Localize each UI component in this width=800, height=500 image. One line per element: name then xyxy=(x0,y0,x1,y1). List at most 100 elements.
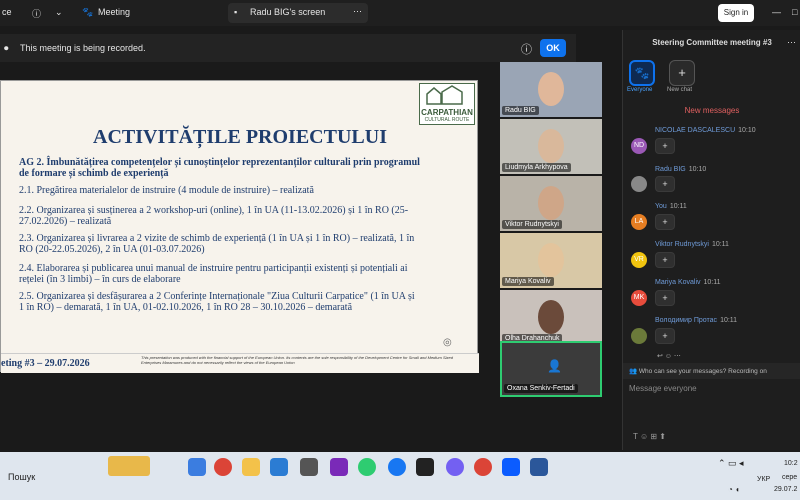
word-icon[interactable] xyxy=(530,458,548,476)
slide-footer: eting #3 – 29.07.2026 This presentation … xyxy=(1,353,479,373)
sender-name: Володимир Протас xyxy=(655,317,718,324)
message-content[interactable]: + xyxy=(655,176,675,192)
ok-button[interactable]: OK xyxy=(540,39,566,57)
avatar xyxy=(631,328,647,344)
avatar: ▪ xyxy=(234,7,238,17)
new-chat-label: New chat xyxy=(667,87,693,93)
sender-name: NICOLAE DASCALESCU xyxy=(655,127,736,134)
video-tile[interactable]: Liudmyla Arkhypova xyxy=(500,119,602,174)
message-input[interactable]: Message everyone xyxy=(629,384,697,393)
ag-heading: AG 2. Îmbunătățirea competențelor și cun… xyxy=(19,157,420,179)
paw-icon: 🐾 xyxy=(82,7,94,17)
new-chat-button[interactable]: + xyxy=(669,60,695,86)
avatar: MK xyxy=(631,290,647,306)
message-sender: Володимир Протас 10:11 xyxy=(655,317,737,324)
participant-name: Viktor Rudnytskyi xyxy=(502,220,562,229)
calculator-icon[interactable] xyxy=(270,458,288,476)
everyone-tab-icon[interactable]: 🐾 xyxy=(629,60,655,86)
participant-name: Oxana Senkiv-Fertadi xyxy=(504,384,578,393)
participant-name: Radu BIG xyxy=(502,106,539,115)
message-content[interactable]: + xyxy=(655,290,675,306)
footer-note: This presentation was produced with the … xyxy=(141,355,453,365)
participant-face xyxy=(538,300,564,334)
calculator-icon[interactable] xyxy=(300,458,318,476)
tiger-widget-icon[interactable] xyxy=(108,456,150,476)
zoom-icon[interactable] xyxy=(502,458,520,476)
message-sender: You 10:11 xyxy=(655,203,687,210)
wifi-icon[interactable]: ◔ ◖ xyxy=(728,485,740,494)
title-fragment: ce xyxy=(2,7,12,17)
maximize-icon[interactable]: □ xyxy=(792,7,797,17)
minimize-icon[interactable]: — xyxy=(772,7,781,17)
video-tile[interactable]: Viktor Rudnytskyi xyxy=(500,176,602,231)
more-icon[interactable]: ⋯ xyxy=(353,6,362,17)
edge-icon[interactable] xyxy=(358,458,376,476)
logo-sub: CULTURAL ROUTE xyxy=(424,117,470,123)
message-time: 10:11 xyxy=(711,241,729,248)
chrome-icon[interactable] xyxy=(214,458,232,476)
clock-time[interactable]: 10:2 xyxy=(784,460,798,467)
visibility-notice[interactable]: 👥 Who can see your messages? Recording o… xyxy=(623,363,800,379)
video-tile[interactable]: Radu BIG xyxy=(500,62,602,117)
new-messages-divider: New messages xyxy=(684,106,740,115)
zoom-title-bar: ce ⓘ ⌄ 🐾 Meeting ▪ Radu BIG's screen ⋯ S… xyxy=(0,0,800,26)
people-icon: 👥 xyxy=(629,368,639,375)
message-content[interactable]: + xyxy=(655,252,675,268)
message-time: 10:11 xyxy=(703,279,721,286)
list-item: 2.1. Pregătirea materialelor de instruir… xyxy=(19,185,314,196)
search-label[interactable]: Пошук xyxy=(8,472,35,482)
tray-icons[interactable]: ⌃ ▭ ◂ xyxy=(718,458,744,469)
avatar xyxy=(631,176,647,192)
app-icon[interactable] xyxy=(416,458,434,476)
compose-tools[interactable]: T ☺ ⊞ ⬆ xyxy=(633,432,666,441)
participant-face xyxy=(538,243,564,277)
message-time: 10:10 xyxy=(688,166,707,173)
viber-icon[interactable] xyxy=(446,458,464,476)
message-sender: NICOLAE DASCALESCU 10:10 xyxy=(655,127,756,134)
participant-name: Liudmyla Arkhypova xyxy=(502,163,571,172)
footer-date: eting #3 – 29.07.2026 xyxy=(1,358,90,369)
circle-icon: ◎ xyxy=(443,337,452,348)
user-icon: 👤 xyxy=(547,359,562,373)
participant-face xyxy=(538,72,564,106)
sender-name: Radu BIG xyxy=(655,166,686,173)
onenote-icon[interactable] xyxy=(330,458,348,476)
message-sender: Radu BIG 10:10 xyxy=(655,166,706,173)
message-content[interactable]: + xyxy=(655,328,675,344)
message-sender: Mariya Kovaliv 10:11 xyxy=(655,279,721,286)
everyone-label[interactable]: Everyone xyxy=(627,87,652,93)
recording-text: This meeting is being recorded. xyxy=(20,43,146,53)
sender-name: Mariya Kovaliv xyxy=(655,279,701,286)
clock-date[interactable]: 29.07.2 xyxy=(774,486,797,493)
message-time: 10:11 xyxy=(720,317,738,324)
meeting-label[interactable]: Meeting xyxy=(98,7,130,17)
video-tile[interactable]: Olha Drahanchuk xyxy=(500,290,602,345)
facebook-icon[interactable] xyxy=(388,458,406,476)
logo-text: CARPATHIAN xyxy=(421,108,473,117)
message-content[interactable]: + xyxy=(655,138,675,154)
shared-slide: CARPATHIAN CULTURAL ROUTE ACTIVITĂȚILE P… xyxy=(0,80,479,373)
reaction-icons[interactable]: ↩ ☺ ⋯ xyxy=(657,352,681,360)
language-indicator[interactable]: УКР xyxy=(757,476,770,483)
list-item: 2.2. Organizarea și susținerea a 2 works… xyxy=(19,205,409,227)
signin-button[interactable]: Sign in xyxy=(718,4,754,22)
screen-share-indicator[interactable]: ▪ Radu BIG's screen ⋯ xyxy=(228,3,368,23)
info-icon[interactable]: ⓘ xyxy=(521,41,532,57)
more-icon[interactable]: ⋯ xyxy=(787,37,796,48)
info-icon[interactable]: ⓘ xyxy=(32,7,41,20)
chevron-down-icon[interactable]: ⌄ xyxy=(55,7,63,18)
video-tile[interactable]: Mariya Kovaliv xyxy=(500,233,602,288)
clock-day[interactable]: сере xyxy=(782,474,797,481)
visibility-text: Who can see your messages? Recording on xyxy=(638,368,767,375)
record-icon: ⏺ xyxy=(4,43,9,53)
participant-name: Mariya Kovaliv xyxy=(502,277,554,286)
list-item: 2.3. Organizarea și livrarea a 2 vizite … xyxy=(19,233,415,255)
chrome-icon[interactable] xyxy=(474,458,492,476)
list-item: 2.5. Organizarea și desfășurarea a 2 Con… xyxy=(19,291,415,313)
copilot-icon[interactable] xyxy=(188,458,206,476)
avatar: ND xyxy=(631,138,647,154)
video-tile-active[interactable]: 👤 Oxana Senkiv-Fertadi xyxy=(500,341,602,397)
message-content[interactable]: + xyxy=(655,214,675,230)
chat-title: Steering Committee meeting #3 xyxy=(652,38,772,47)
folder-icon[interactable] xyxy=(242,458,260,476)
